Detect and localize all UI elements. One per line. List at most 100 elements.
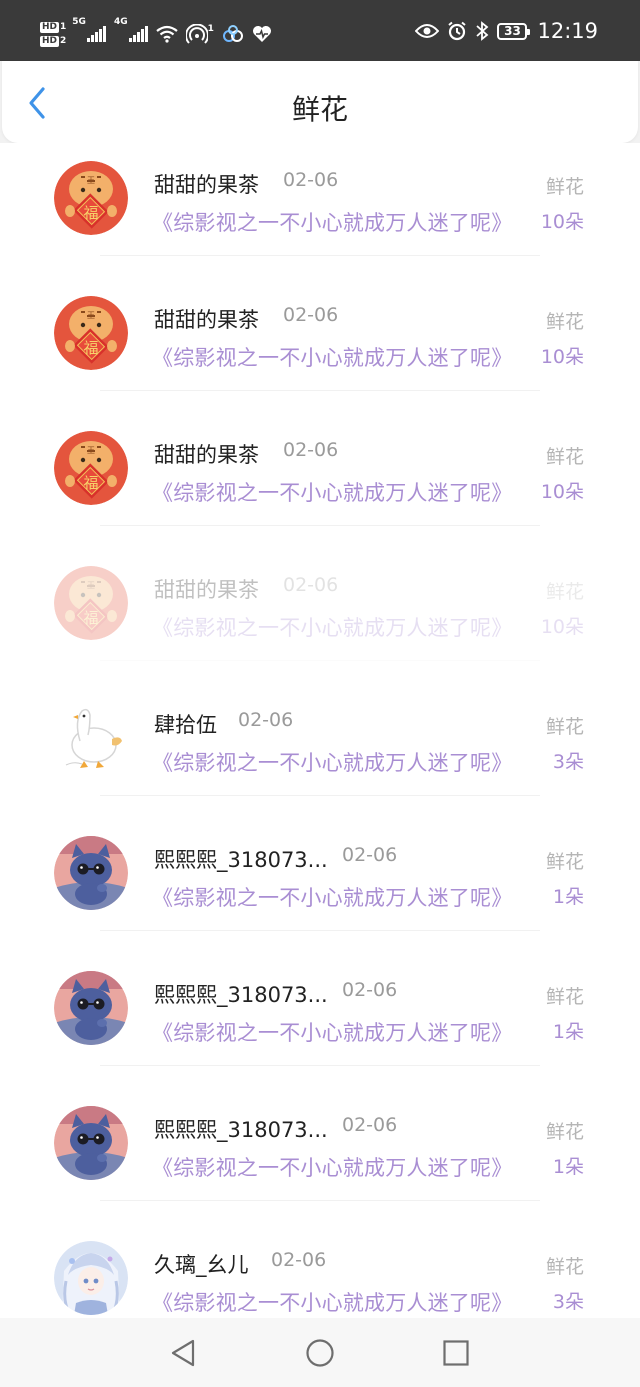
list-item[interactable]: 王 福 甜甜的果茶 02-06 《综影视之一不小心就成万人迷了呢》 鲜花 10朵 — [0, 415, 640, 550]
book-title-link[interactable]: 《综影视之一不小心就成万人迷了呢》 — [152, 477, 512, 507]
battery-icon: 33 — [497, 22, 531, 40]
svg-text:福: 福 — [83, 204, 98, 222]
book-title-link[interactable]: 《综影视之一不小心就成万人迷了呢》 — [152, 1017, 512, 1047]
gift-date: 02-06 — [283, 574, 339, 596]
svg-text:福: 福 — [83, 609, 98, 627]
gift-date: 02-06 — [342, 979, 398, 1001]
book-title-link[interactable]: 《综影视之一不小心就成万人迷了呢》 — [152, 747, 512, 777]
tiger-avatar[interactable]: 王 福 — [54, 431, 128, 505]
health-heart-icon — [252, 25, 272, 43]
book-title-link[interactable]: 《综影视之一不小心就成万人迷了呢》 — [152, 342, 512, 372]
list-item[interactable]: 熙熙熙_318073... 02-06 《综影视之一不小心就成万人迷了呢》 鲜花… — [0, 820, 640, 955]
gift-count: 1朵 — [552, 1156, 584, 1178]
gift-count: 1朵 — [552, 886, 584, 908]
hotspot-icon: 1 — [185, 24, 214, 44]
list-item[interactable]: 王 福 甜甜的果茶 02-06 《综影视之一不小心就成万人迷了呢》 鲜花 10朵 — [0, 145, 640, 280]
list-item[interactable]: 熙熙熙_318073... 02-06 《综影视之一不小心就成万人迷了呢》 鲜花… — [0, 955, 640, 1090]
system-navigation-bar — [0, 1318, 640, 1387]
gift-date: 02-06 — [271, 1249, 327, 1271]
row-divider — [100, 795, 540, 796]
triangle-back-icon — [171, 1339, 195, 1367]
list-item[interactable]: 王 福 甜甜的果茶 02-06 《综影视之一不小心就成万人迷了呢》 鲜花 10朵 — [0, 550, 640, 685]
book-title-link[interactable]: 《综影视之一不小心就成万人迷了呢》 — [152, 882, 512, 912]
book-title-link[interactable]: 《综影视之一不小心就成万人迷了呢》 — [152, 1152, 512, 1182]
gift-count: 10朵 — [540, 211, 584, 233]
svg-text:福: 福 — [83, 474, 98, 492]
row-divider — [100, 930, 540, 931]
hd-indicator-1: HD 1 — [40, 21, 67, 33]
gift-type: 鲜花 — [545, 1256, 584, 1278]
user-name[interactable]: 肆拾伍 — [154, 709, 217, 739]
gift-date: 02-06 — [283, 304, 339, 326]
app-header: 鲜花 — [2, 61, 638, 143]
user-name[interactable]: 熙熙熙_318073... — [154, 1114, 328, 1144]
user-name[interactable]: 熙熙熙_318073... — [154, 844, 328, 874]
book-title-link[interactable]: 《综影视之一不小心就成万人迷了呢》 — [152, 612, 512, 642]
signal-4g-icon — [128, 26, 148, 42]
gift-type: 鲜花 — [545, 176, 584, 198]
user-name[interactable]: 熙熙熙_318073... — [154, 979, 328, 1009]
eye-comfort-icon — [415, 23, 440, 39]
gift-type: 鲜花 — [545, 446, 584, 468]
gift-type: 鲜花 — [545, 1121, 584, 1143]
tiger-avatar[interactable]: 王 福 — [54, 296, 128, 370]
page-title: 鲜花 — [291, 93, 348, 126]
list-item[interactable]: 久璃_幺儿 02-06 《综影视之一不小心就成万人迷了呢》 鲜花 3朵 — [0, 1225, 640, 1318]
square-recents-icon — [443, 1340, 469, 1366]
goose-avatar[interactable] — [54, 701, 128, 775]
list-item[interactable]: 肆拾伍 02-06 《综影视之一不小心就成万人迷了呢》 鲜花 3朵 — [0, 685, 640, 820]
hd-indicators: HD 1 HD 2 — [40, 21, 67, 47]
gift-count: 10朵 — [540, 481, 584, 503]
app-notification-icon — [222, 25, 244, 43]
gift-count: 10朵 — [540, 346, 584, 368]
cat-avatar[interactable] — [54, 971, 128, 1045]
cat-avatar[interactable] — [54, 836, 128, 910]
row-divider — [100, 525, 540, 526]
anime-girl-avatar[interactable] — [54, 1241, 128, 1315]
gift-type: 鲜花 — [545, 986, 584, 1008]
gift-date: 02-06 — [342, 844, 398, 866]
network-5g-label: 5G — [72, 17, 86, 27]
circle-home-icon — [306, 1339, 334, 1367]
user-name[interactable]: 久璃_幺儿 — [154, 1249, 249, 1279]
user-name[interactable]: 甜甜的果茶 — [154, 304, 259, 334]
status-right: 33 12:19 — [415, 18, 598, 44]
svg-text:王: 王 — [87, 311, 95, 320]
nav-recents-button[interactable] — [441, 1338, 471, 1368]
nav-home-button[interactable] — [305, 1338, 335, 1368]
status-left: HD 1 HD 2 5G 4G 1 — [40, 14, 280, 54]
gift-type: 鲜花 — [545, 311, 584, 333]
gift-count: 3朵 — [552, 751, 584, 773]
book-title-link[interactable]: 《综影视之一不小心就成万人迷了呢》 — [152, 1287, 512, 1317]
gift-type: 鲜花 — [545, 716, 584, 738]
user-name[interactable]: 甜甜的果茶 — [154, 574, 259, 604]
flower-gift-list[interactable]: 王 福 甜甜的果茶 02-06 《综影视之一不小心就成万人迷了呢》 鲜花 10朵… — [0, 143, 640, 1318]
gift-count: 10朵 — [540, 616, 584, 638]
bluetooth-icon — [475, 21, 489, 41]
svg-text:王: 王 — [87, 581, 95, 590]
book-title-link[interactable]: 《综影视之一不小心就成万人迷了呢》 — [152, 207, 512, 237]
row-divider — [100, 1200, 540, 1201]
network-4g-label: 4G — [113, 17, 128, 27]
row-divider — [100, 660, 540, 661]
gift-date: 02-06 — [238, 709, 294, 731]
list-item[interactable]: 王 福 甜甜的果茶 02-06 《综影视之一不小心就成万人迷了呢》 鲜花 10朵 — [0, 280, 640, 415]
status-time: 12:19 — [537, 19, 598, 43]
nav-back-button[interactable] — [168, 1338, 198, 1368]
signal-5g-icon — [86, 26, 106, 42]
status-bar: HD 1 HD 2 5G 4G 1 33 12:19 — [0, 0, 640, 61]
row-divider — [100, 1065, 540, 1066]
list-item[interactable]: 熙熙熙_318073... 02-06 《综影视之一不小心就成万人迷了呢》 鲜花… — [0, 1090, 640, 1225]
gift-type: 鲜花 — [545, 581, 584, 603]
cat-avatar[interactable] — [54, 1106, 128, 1180]
user-name[interactable]: 甜甜的果茶 — [154, 169, 259, 199]
user-name[interactable]: 甜甜的果茶 — [154, 439, 259, 469]
svg-text:福: 福 — [83, 339, 98, 357]
row-divider — [100, 390, 540, 391]
tiger-avatar[interactable]: 王 福 — [54, 566, 128, 640]
gift-date: 02-06 — [342, 1114, 398, 1136]
gift-type: 鲜花 — [545, 851, 584, 873]
gift-date: 02-06 — [283, 439, 339, 461]
gift-date: 02-06 — [283, 169, 339, 191]
tiger-avatar[interactable]: 王 福 — [54, 161, 128, 235]
